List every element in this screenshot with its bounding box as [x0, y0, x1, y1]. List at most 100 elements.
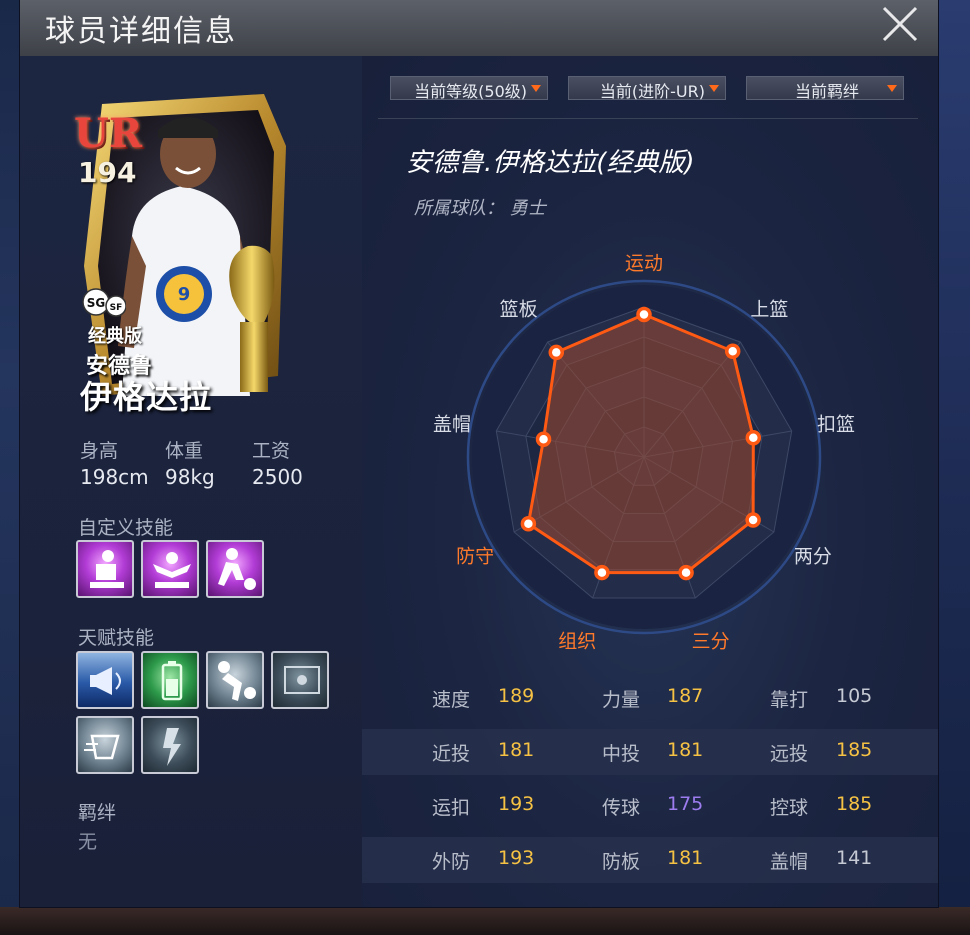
megaphone-skill-icon: [90, 667, 121, 695]
position-primary: SG: [87, 296, 106, 310]
position-badge: SG SF: [82, 288, 126, 317]
left-column: 9 UR 194 SG SF 经典版 安德鲁 伊格达拉 身高 198cm 体重 …: [20, 56, 362, 907]
level-chevron-down-icon: [531, 85, 541, 92]
radar-point: [724, 343, 741, 360]
board-skill-icon: [284, 666, 320, 694]
stats-row: 近投 181 中投 181 远投 185: [362, 729, 938, 775]
advance-dropdown[interactable]: 当前(进阶-UR): [568, 76, 726, 101]
radar-point: [520, 516, 537, 532]
talent-skill-2[interactable]: [141, 651, 199, 709]
dribble-skill-icon: [218, 548, 256, 590]
radar-point: [535, 431, 552, 448]
card-power: 194: [78, 156, 137, 189]
talent-skills-label: 天赋技能: [78, 627, 155, 649]
bond-dropdown[interactable]: 当前羁绊: [746, 76, 904, 101]
custom-skill-2[interactable]: [141, 540, 199, 598]
stat-label: 靠打: [770, 689, 809, 711]
stat-label: 控球: [770, 797, 809, 819]
stat-label: 远投: [770, 743, 809, 765]
stats-row: 外防 193 防板 181 盖帽 141: [362, 837, 938, 883]
radar-point: [594, 564, 610, 581]
background-bottom: [0, 907, 970, 935]
talent-skill-3[interactable]: [206, 651, 264, 709]
bond-label: 羁绊: [78, 802, 117, 824]
stat-value: 181: [498, 739, 535, 761]
stat-label: 盖帽: [770, 851, 809, 873]
radar-axis-label: 扣篮: [817, 413, 856, 436]
player-full-name: 安德鲁.伊格达拉(经典版): [406, 148, 695, 178]
battery-skill-icon: [161, 661, 183, 701]
talent-skill-6[interactable]: [141, 716, 199, 774]
card-rarity: UR: [74, 110, 143, 157]
bond-chevron-down-icon: [887, 85, 897, 92]
stat-value: 187: [667, 685, 704, 707]
bond-value: 无: [78, 831, 98, 853]
radar-axis-label: 三分: [691, 630, 730, 653]
stat-label: 速度: [432, 689, 471, 711]
stat-value: 189: [498, 685, 535, 707]
stat-value: 175: [667, 793, 704, 815]
radar-point: [548, 344, 565, 361]
height-label: 身高: [80, 440, 119, 462]
stats-row: 速度 189 力量 187 靠打 105: [362, 675, 938, 721]
block-skill-icon: [218, 661, 256, 701]
custom-skill-1[interactable]: [76, 540, 134, 598]
dialog-titlebar: 球员详细信息: [20, 0, 938, 56]
position-secondary: SF: [110, 303, 123, 313]
stat-value: 141: [836, 847, 873, 869]
energy-skill-icon: [163, 728, 181, 766]
talent-skill-5[interactable]: [76, 716, 134, 774]
stat-value: 185: [836, 739, 873, 761]
background-left: [0, 0, 20, 935]
stat-value: 193: [498, 847, 535, 869]
background-right: [938, 0, 970, 935]
advance-chevron-down-icon: [709, 85, 719, 92]
level-dropdown-label: 当前等级(50级): [414, 82, 527, 101]
stats-row: 运扣 193 传球 175 控球 185: [362, 783, 938, 829]
svg-text:9: 9: [178, 284, 191, 305]
custom-skill-3[interactable]: [206, 540, 264, 598]
stat-value: 185: [836, 793, 873, 815]
stat-label: 传球: [602, 797, 641, 819]
radar-point: [745, 429, 762, 446]
dialog-title: 球员详细信息: [45, 14, 237, 49]
shooting-skill-icon: [90, 550, 124, 588]
stat-label: 中投: [602, 743, 641, 765]
talent-skill-1[interactable]: [76, 651, 134, 709]
stat-value: 105: [836, 685, 873, 707]
radar-axis-label: 盖帽: [432, 413, 471, 436]
stat-value: 181: [667, 847, 704, 869]
radar-axis-label: 两分: [793, 545, 832, 567]
close-button[interactable]: [880, 4, 920, 44]
stat-label: 力量: [602, 689, 641, 711]
radar-point: [678, 564, 694, 581]
player-card: 9 UR 194 SG SF 经典版 安德鲁 伊格达拉: [72, 86, 294, 416]
player-team: 所属球队： 勇士: [414, 198, 546, 219]
card-edition: 经典版: [88, 326, 142, 347]
bond-dropdown-label: 当前羁绊: [794, 82, 859, 101]
radar-svg: [466, 279, 822, 635]
divider: [378, 118, 918, 119]
radar-axis-label: 篮板: [499, 298, 538, 321]
stat-label: 近投: [432, 743, 471, 765]
stat-label: 外防: [432, 851, 471, 873]
stat-label: 运扣: [432, 797, 471, 819]
height-value: 198cm: [80, 465, 149, 489]
radar-point: [745, 512, 761, 528]
weight-value: 98kg: [165, 465, 215, 489]
weight-label: 体重: [165, 440, 204, 462]
close-icon: [882, 6, 918, 42]
salary-label: 工资: [252, 440, 291, 462]
speed-skill-icon: [84, 734, 120, 760]
salary-value: 2500: [252, 465, 303, 489]
level-dropdown[interactable]: 当前等级(50级): [390, 76, 548, 101]
radar-chart: 运动 上篮 扣篮 两分 三分 组织 防守 盖帽 篮板: [400, 252, 900, 653]
card-last-name: 伊格达拉: [80, 378, 213, 416]
radar-axis-label: 上篮: [750, 298, 789, 321]
stat-value: 181: [667, 739, 704, 761]
radar-point: [636, 306, 652, 323]
radar-axis-label: 运动: [624, 252, 664, 275]
talent-skill-4[interactable]: [271, 651, 329, 709]
radar-axis-label: 组织: [558, 630, 597, 653]
stat-value: 193: [498, 793, 535, 815]
